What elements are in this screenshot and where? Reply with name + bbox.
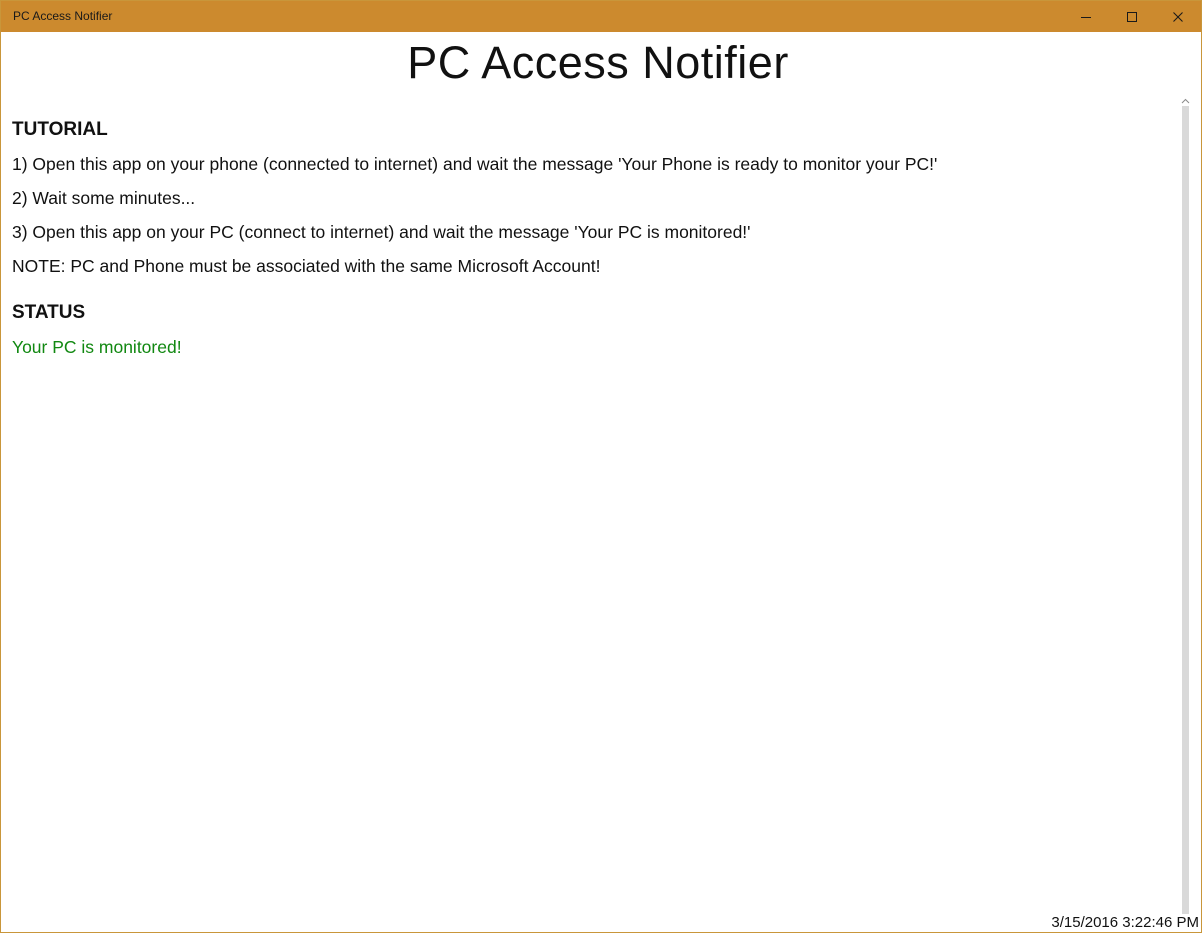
title-bar[interactable]: PC Access Notifier (1, 1, 1201, 32)
tutorial-step: 2) Wait some minutes... (12, 188, 196, 208)
status-heading: STATUS (12, 302, 86, 323)
minimize-icon (1080, 11, 1092, 23)
maximize-button[interactable] (1109, 1, 1155, 32)
status-text: Your PC is monitored! (12, 337, 182, 357)
timestamp: 3/15/2016 3:22:46 PM (1051, 914, 1199, 931)
close-icon (1172, 11, 1184, 23)
tutorial-heading: TUTORIAL (12, 119, 108, 140)
tutorial-step: 1) Open this app on your phone (connecte… (12, 154, 938, 174)
scroll-up-button[interactable] (1180, 94, 1191, 106)
vertical-scrollbar[interactable] (1180, 94, 1191, 930)
close-button[interactable] (1155, 1, 1201, 32)
minimize-button[interactable] (1063, 1, 1109, 32)
tutorial-step: 3) Open this app on your PC (connect to … (12, 222, 751, 242)
app-title: PC Access Notifier (407, 37, 789, 88)
app-window: PC Access Notifier PC Access Notifier TU… (0, 0, 1202, 933)
tutorial-note: NOTE: PC and Phone must be associated wi… (12, 256, 601, 276)
scroll-track[interactable] (1182, 106, 1189, 926)
window-title: PC Access Notifier (13, 9, 113, 23)
maximize-icon (1126, 11, 1138, 23)
